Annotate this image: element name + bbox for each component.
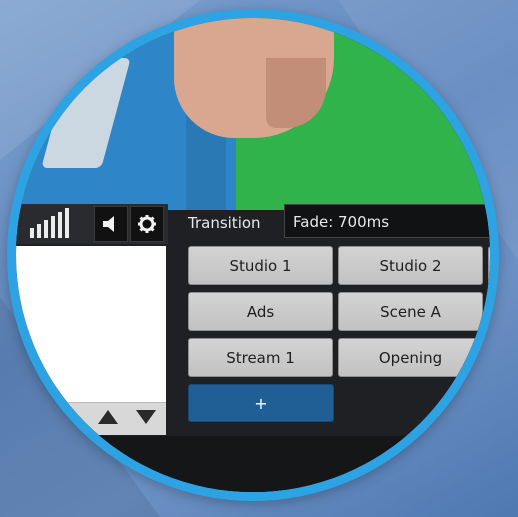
arm-shadow bbox=[266, 58, 326, 128]
scene-button[interactable]: Opening bbox=[338, 338, 483, 377]
scene-button-partial[interactable] bbox=[488, 292, 490, 331]
video-preview bbox=[16, 18, 490, 210]
speaker-icon[interactable] bbox=[94, 206, 128, 242]
audio-meter-icon bbox=[30, 208, 90, 238]
magnifier-lens: Transition Fade: 700ms Studio 1 Studio 2… bbox=[16, 18, 490, 492]
add-scene-button[interactable]: + bbox=[188, 384, 334, 422]
scene-button[interactable]: Studio 2 bbox=[338, 246, 483, 285]
source-list[interactable] bbox=[16, 246, 166, 402]
transition-label: Transition bbox=[188, 214, 261, 232]
gear-icon[interactable] bbox=[130, 206, 164, 242]
scene-button[interactable]: Ads bbox=[188, 292, 333, 331]
panel-footer bbox=[16, 436, 490, 492]
move-up-icon[interactable] bbox=[98, 410, 118, 424]
transition-select[interactable]: Fade: 700ms bbox=[284, 204, 490, 238]
scene-button[interactable]: Stream 1 bbox=[188, 338, 333, 377]
scene-button[interactable]: Scene A bbox=[338, 292, 483, 331]
scene-button[interactable]: Studio 1 bbox=[188, 246, 333, 285]
move-down-icon[interactable] bbox=[136, 410, 156, 424]
scene-button-partial[interactable] bbox=[488, 246, 490, 285]
